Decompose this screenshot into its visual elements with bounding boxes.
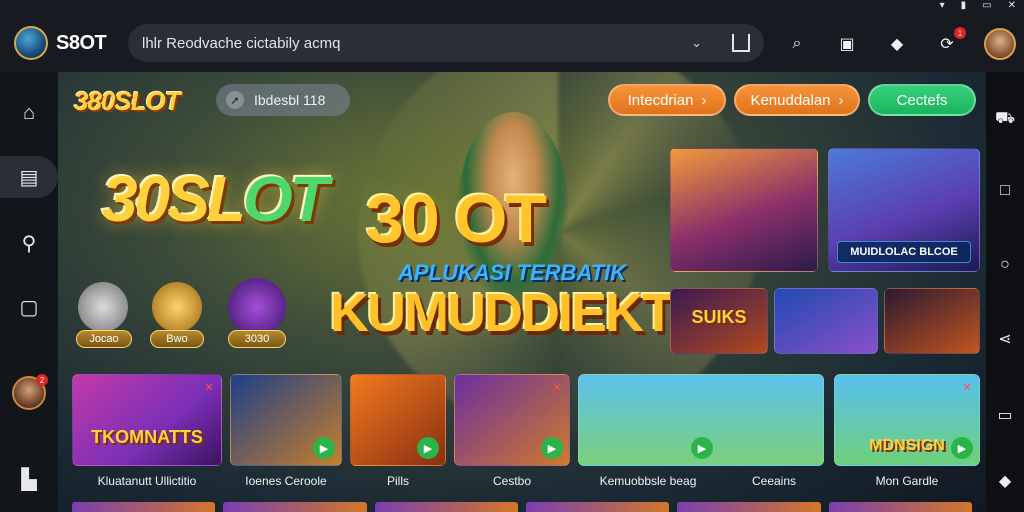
window-icon[interactable]: ▭ — [982, 0, 991, 12]
play-icon[interactable]: ▶ — [541, 437, 563, 459]
share-icon[interactable]: ⋖ — [996, 330, 1014, 348]
square-icon[interactable]: □ — [996, 182, 1014, 200]
contact-button[interactable]: Cectefs — [868, 84, 976, 116]
intro-button[interactable]: Intecdrian › — [608, 84, 726, 116]
game-card[interactable]: ▶ — [350, 374, 446, 466]
chevron-down-icon[interactable]: ⌄ — [691, 35, 702, 51]
game-label[interactable]: Kluatanutt Ullictitio — [72, 474, 222, 488]
play-icon[interactable]: ▶ — [691, 437, 713, 459]
category-button-label: Kenuddalan — [750, 91, 831, 109]
chevron-right-icon: › — [838, 91, 844, 109]
card-preview[interactable] — [72, 502, 216, 512]
diamond-icon[interactable]: ◆ — [996, 472, 1014, 490]
mini-game-card[interactable] — [884, 288, 980, 354]
close-icon[interactable]: ✕ — [959, 379, 975, 395]
vehicle-icon[interactable]: ⛟ — [995, 110, 1015, 128]
lobby-icon[interactable]: ▙ — [8, 458, 50, 500]
circle-icon[interactable]: ○ — [996, 256, 1014, 274]
game-card[interactable]: ✕ MDNSIGN ▶ — [834, 374, 980, 466]
intro-button-label: Intecdrian — [627, 91, 694, 109]
contact-button-label: Cectefs — [896, 91, 948, 109]
play-icon[interactable]: ▶ — [313, 437, 335, 459]
coin-label: Bwo — [150, 330, 204, 348]
card-preview[interactable] — [677, 502, 821, 512]
card-preview[interactable] — [223, 502, 367, 512]
game-label[interactable]: Ceeains — [734, 474, 814, 488]
address-text: lhlr Reodvache cictabily acmq — [142, 34, 341, 52]
arrow-icon: ➚ — [226, 91, 244, 109]
game-card[interactable]: ✕ ▶ — [454, 374, 570, 466]
chevron-right-icon: › — [701, 91, 707, 109]
coin-character[interactable] — [228, 278, 286, 336]
close-icon[interactable]: ✕ — [549, 379, 565, 395]
main-content: 380SLOT ➚ Ibdesbl 118 Intecdrian › Kenud… — [58, 72, 986, 512]
system-tray: ▾ ▮ ▭ ✕ — [940, 0, 1016, 12]
casino-icon[interactable]: ▤ — [0, 156, 58, 198]
top-bar: ▾ ▮ ▭ ✕ S8OT lhlr Reodvache cictabily ac… — [0, 0, 1024, 72]
chat-icon[interactable]: ▢ — [8, 286, 50, 328]
card-preview[interactable] — [828, 502, 972, 512]
banner-logo-part-a: 30SL — [102, 163, 246, 235]
close-icon[interactable]: ✕ — [201, 379, 217, 395]
category-button[interactable]: Kenuddalan › — [734, 84, 860, 116]
friend-avatar[interactable]: 2 — [12, 374, 48, 410]
brand-logo-icon — [14, 26, 48, 60]
window-icon[interactable]: ▭ — [996, 406, 1014, 424]
refresh-icon[interactable]: ⟳ 1 — [934, 27, 966, 57]
coin-label: 3030 — [228, 330, 286, 348]
brand[interactable]: S8OT — [14, 26, 107, 60]
hero-title: 30 OT — [366, 181, 547, 257]
wifi-icon: ▾ — [939, 0, 945, 11]
game-label[interactable]: Kemuobbsle beag — [578, 474, 718, 488]
mini-card-title: SUIKS — [691, 307, 747, 327]
coin-label: Jocao — [76, 330, 132, 348]
game-card[interactable]: ▶ — [578, 374, 824, 466]
battery-icon: ▮ — [960, 0, 967, 11]
diamond-icon[interactable]: ◆ — [884, 31, 910, 57]
user-avatar[interactable] — [984, 28, 1016, 60]
card-preview[interactable] — [525, 502, 670, 512]
site-logo[interactable]: 380SLOT — [74, 86, 181, 117]
brand-name: S8OT — [56, 31, 107, 54]
home-icon[interactable] — [732, 34, 750, 52]
mini-game-card[interactable]: SUIKS — [670, 288, 768, 354]
play-icon[interactable]: ▶ — [417, 437, 439, 459]
search-pill[interactable]: ➚ Ibdesbl 118 — [216, 84, 350, 116]
game-label[interactable]: Cestbo — [454, 474, 570, 488]
header-actions: ⌕ ▣ ◆ ⟳ 1 — [784, 27, 1016, 60]
featured-caption: MUIDLOLAC BLCOE — [837, 241, 971, 263]
left-sidebar: ⌂ ▤ ⚲ ▢ 2 ▙ — [0, 72, 58, 512]
search-pill-text: Ibdesbl 118 — [254, 92, 326, 108]
coin-silver[interactable] — [78, 282, 128, 332]
coin-gold[interactable] — [152, 282, 202, 332]
game-label[interactable]: Ioenes Ceroole — [230, 474, 342, 488]
game-label[interactable]: Mon Gardle — [834, 474, 980, 488]
next-row-preview — [72, 502, 972, 512]
hero-brand: KUMUDDIEKTS — [330, 283, 709, 343]
game-card[interactable]: ✕ TKOMNATTS — [72, 374, 222, 466]
close-icon[interactable]: ✕ — [1008, 0, 1016, 12]
game-card-art: TKOMNATTS — [91, 427, 203, 447]
play-icon[interactable]: ▶ — [951, 437, 973, 459]
card-preview[interactable] — [374, 502, 518, 512]
featured-card[interactable]: MUIDLOLAC BLCOE — [828, 148, 980, 272]
search-icon[interactable]: ⌕ — [784, 31, 810, 57]
screen-icon[interactable]: ▣ — [834, 31, 860, 57]
featured-card[interactable] — [670, 148, 818, 272]
game-label[interactable]: Pills — [350, 474, 446, 488]
address-bar[interactable]: lhlr Reodvache cictabily acmq ⌄ — [128, 24, 764, 62]
notification-badge: 1 — [954, 27, 966, 39]
banner-logo-part-b: OT — [242, 163, 329, 235]
banner-logo: 30SLOT — [102, 162, 329, 236]
mini-game-card[interactable] — [774, 288, 878, 354]
search-icon[interactable]: ⚲ — [8, 222, 50, 264]
game-card[interactable]: ▶ — [230, 374, 342, 466]
home-icon[interactable]: ⌂ — [8, 92, 50, 134]
avatar-badge: 2 — [36, 374, 48, 386]
right-sidebar: ⛟ □ ○ ⋖ ▭ ◆ — [986, 72, 1024, 512]
